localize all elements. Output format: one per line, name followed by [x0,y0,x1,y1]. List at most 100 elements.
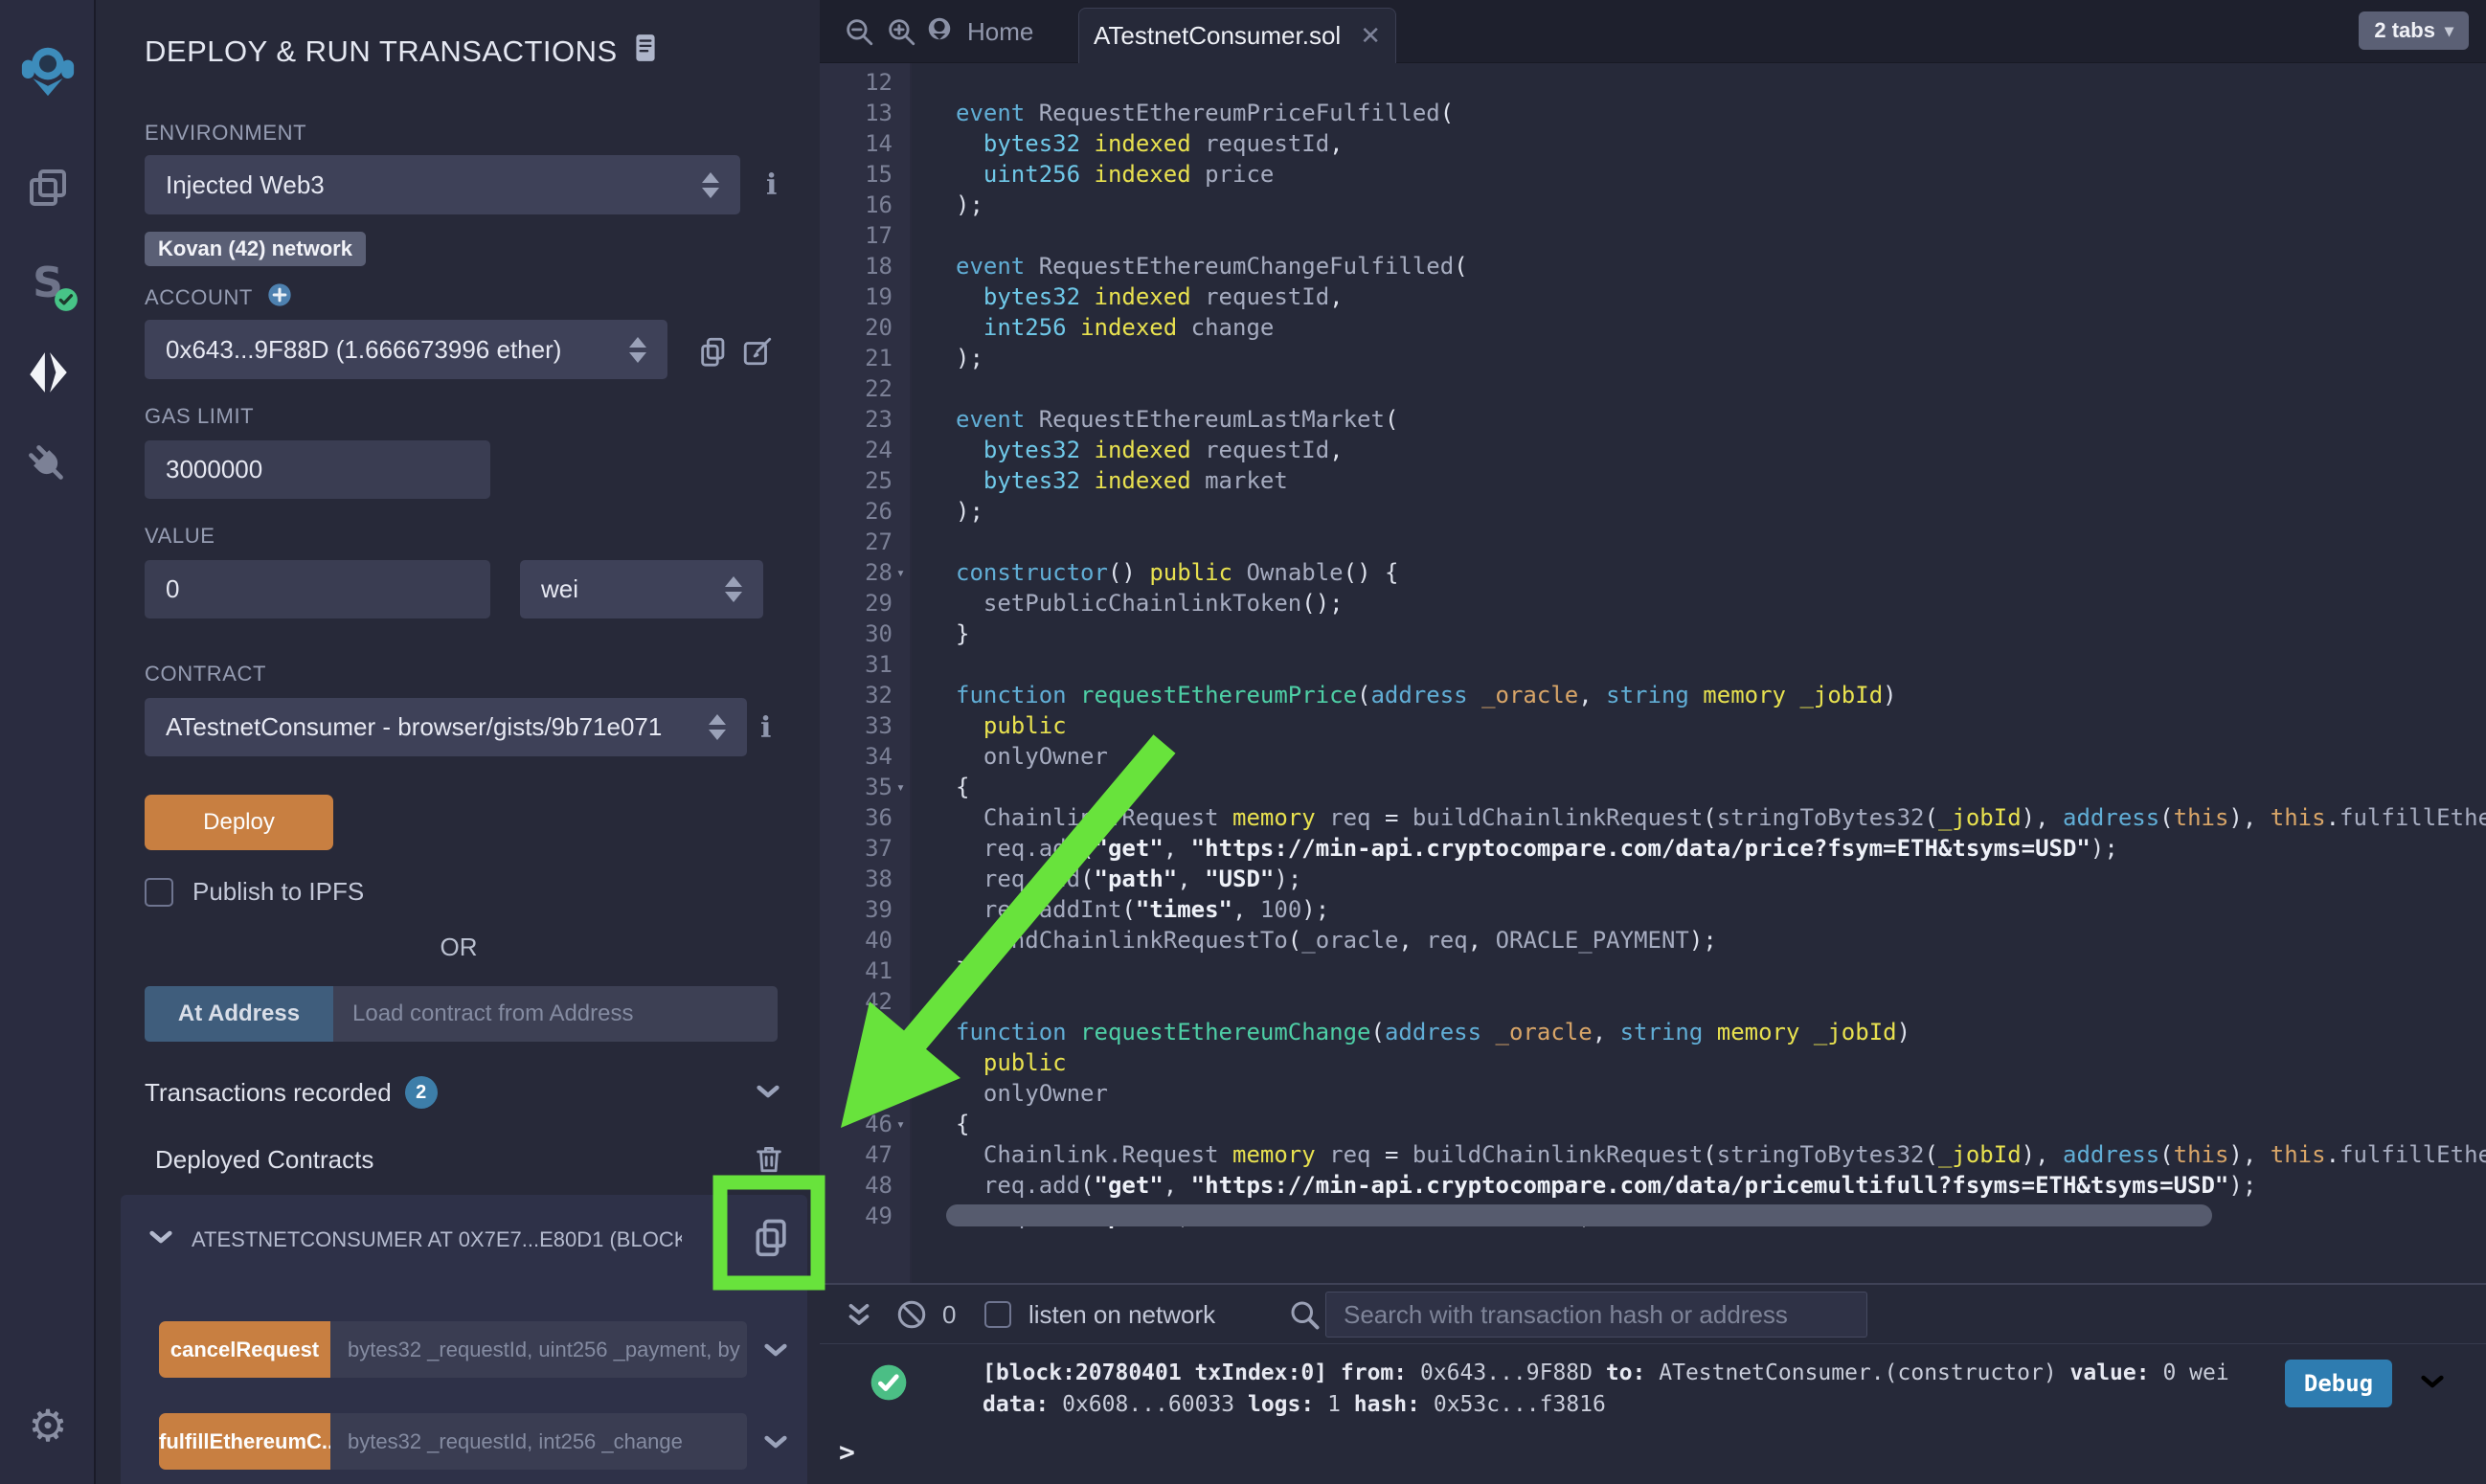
value-input[interactable]: 0 [145,560,490,618]
code-line: 19 bytes32 indexed requestId, [820,281,2486,312]
line-number: 39 [820,894,893,925]
at-address-button[interactable]: At Address [145,986,333,1042]
tab-atestnetconsumer[interactable]: ATestnetConsumer.sol ✕ [1078,8,1396,63]
publish-ipfs-checkbox[interactable] [145,878,173,907]
close-tab-icon[interactable]: ✕ [1360,21,1381,51]
fold-marker-icon[interactable]: ▾ [896,557,905,588]
value-unit-select[interactable]: wei [520,560,763,618]
contract-expand-chevron-icon[interactable] [146,1222,176,1258]
code-line: 28▾constructor() public Ownable() { [820,557,2486,588]
fold-marker-icon[interactable]: ▾ [896,1109,905,1139]
line-number: 37 [820,833,893,864]
remix-logo-icon[interactable] [0,40,96,100]
select-stepper-icon [709,714,726,740]
expand-params-chevron-icon[interactable] [760,1427,791,1462]
code-line: 46▾{ [820,1109,2486,1139]
copy-deployed-contract-address-icon[interactable] [751,1216,793,1263]
code-line: 26); [820,496,2486,527]
value-unit: wei [541,574,578,604]
publish-ipfs-row: Publish to IPFS [145,877,364,907]
terminal-collapse-icon[interactable] [843,1285,875,1344]
at-address-input[interactable] [333,986,778,1042]
settings-gear-icon[interactable]: ⚙ [0,1404,96,1448]
code-line: 16); [820,190,2486,220]
transactions-recorded-row[interactable]: Transactions recorded 2 [145,1076,438,1109]
line-number: 17 [820,220,893,251]
terminal-prompt[interactable]: > [839,1436,855,1468]
terminal-log[interactable]: [block:20780401 txIndex:0] from: 0x643..… [983,1358,2229,1421]
clear-console-icon[interactable] [894,1285,929,1344]
panel-title: DEPLOY & RUN TRANSACTIONS [145,33,658,71]
function-params-input[interactable]: bytes32 _requestId, int256 _change [330,1413,747,1470]
line-number: 42 [820,986,893,1017]
deploy-button[interactable]: Deploy [145,795,333,850]
add-account-icon[interactable] [266,281,293,314]
line-number: 40 [820,925,893,956]
expand-params-chevron-icon[interactable] [760,1335,791,1370]
code-line: 14 bytes32 indexed requestId, [820,128,2486,159]
listen-network-checkbox[interactable] [984,1285,1011,1344]
code-line: 20 int256 indexed change [820,312,2486,343]
tab-home[interactable]: Home [925,0,1033,63]
gas-limit-input[interactable]: 3000000 [145,440,490,499]
environment-info-icon[interactable]: i [766,169,777,202]
terminal-header: 0 listen on network [820,1285,2486,1344]
deploy-and-run-icon[interactable] [0,349,96,396]
line-number: 35 [820,772,893,802]
tabs-count-button[interactable]: 2 tabs▾ [2359,11,2469,50]
line-number: 24 [820,435,893,465]
line-number: 43 [820,1017,893,1047]
or-divider: OR [98,933,820,962]
code-line: 17 [820,220,2486,251]
code-line: 47 Chainlink.Request memory req = buildC… [820,1139,2486,1170]
line-number: 23 [820,404,893,435]
line-number: 45 [820,1078,893,1109]
code-line: 39 req.addInt("times", 100); [820,894,2486,925]
code-line: 24 bytes32 indexed requestId, [820,435,2486,465]
environment-select[interactable]: Injected Web3 [145,155,740,214]
transactions-chevron-down-icon[interactable] [753,1076,783,1112]
zoom-in-icon[interactable] [885,0,917,63]
solidity-compiler-icon[interactable]: S [0,259,96,312]
line-number: 47 [820,1139,893,1170]
clear-deployed-trash-icon[interactable] [753,1141,785,1180]
network-badge: Kovan (42) network [145,232,366,266]
copy-account-icon[interactable] [697,335,730,372]
horizontal-scrollbar[interactable] [946,1204,2212,1226]
gas-limit-value: 3000000 [166,455,262,484]
code-line: 12 [820,67,2486,98]
contract-info-icon[interactable]: i [760,711,771,745]
sign-message-icon[interactable] [741,335,774,372]
documentation-icon[interactable] [633,33,658,71]
terminal-log-line2: data: 0x608...60033 logs: 1 hash: 0x53c.… [983,1389,2229,1421]
fold-marker-icon[interactable]: ▾ [896,772,905,802]
expand-log-chevron-icon[interactable] [2417,1366,2448,1401]
caret-down-icon: ▾ [2445,21,2453,41]
file-explorer-icon[interactable] [0,165,96,211]
line-number: 26 [820,496,893,527]
code-line: 41} [820,956,2486,986]
function-button-cancelrequest[interactable]: cancelRequest [159,1321,330,1378]
code-line: 15 uint256 indexed price [820,159,2486,190]
line-number: 31 [820,649,893,680]
account-label: ACCOUNT [145,281,293,314]
line-number: 29 [820,588,893,618]
select-stepper-icon [702,172,719,198]
terminal-search-input[interactable] [1325,1292,1867,1338]
line-number: 18 [820,251,893,281]
code-editor[interactable]: 1213event RequestEthereumPriceFulfilled(… [820,63,2486,1283]
code-line: 32function requestEthereumPrice(address … [820,680,2486,710]
function-params-input[interactable]: bytes32 _requestId, uint256 _payment, by [330,1321,747,1378]
plugin-manager-icon[interactable] [0,442,96,486]
deployed-contract-header[interactable]: ATESTNETCONSUMER AT 0X7E7...E80D1 (BLOCK… [146,1222,682,1258]
line-number: 33 [820,710,893,741]
contract-select[interactable]: ATestnetConsumer - browser/gists/9b71e07… [145,698,747,756]
zoom-out-icon[interactable] [843,0,875,63]
debug-button[interactable]: Debug [2285,1360,2392,1407]
function-button-fulfillethereumchange[interactable]: fulfillEthereumC... [159,1413,330,1470]
terminal: 0 listen on network [block:20780401 txIn… [820,1283,2486,1484]
code-line: 18event RequestEthereumChangeFulfilled( [820,251,2486,281]
line-number: 46 [820,1109,893,1139]
account-select[interactable]: 0x643...9F88D (1.666673996 ether) [145,320,667,379]
line-number: 38 [820,864,893,894]
